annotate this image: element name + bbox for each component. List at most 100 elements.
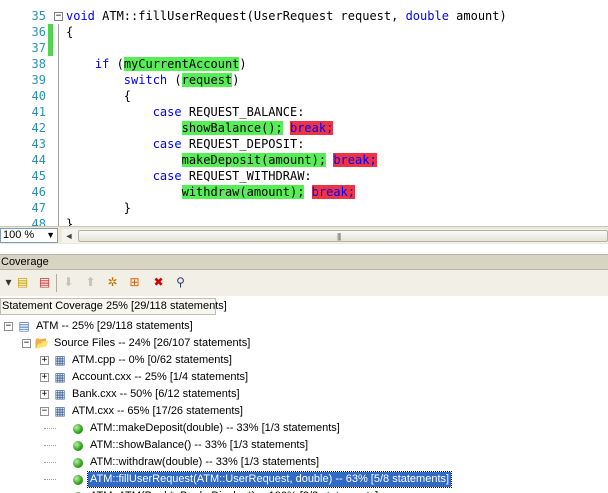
zoom-value: 100 % <box>3 229 35 241</box>
code-editor[interactable]: 35− void ATM::fillUserRequest(UserRequest… <box>0 0 608 226</box>
code-text: { <box>66 24 73 40</box>
line-number: 48 <box>31 217 46 226</box>
code-token: } <box>66 217 74 226</box>
tree-row[interactable]: ATM::showBalance() -- 33% [1/3 statement… <box>0 437 608 454</box>
grip-icon: ||| <box>337 232 341 241</box>
code-line[interactable]: 39 switch (request) <box>0 72 608 88</box>
fold-guide <box>58 168 59 184</box>
fold-guide <box>58 200 59 216</box>
code-line[interactable]: 37 <box>0 40 608 56</box>
code-text: } <box>66 216 73 226</box>
code-line[interactable]: 45 case REQUEST_WITHDRAW: <box>0 168 608 184</box>
fold-guide <box>58 152 59 168</box>
change-marker <box>48 40 53 56</box>
code-line[interactable]: 44 makeDeposit(amount); break; <box>0 152 608 168</box>
code-line[interactable]: 40 { <box>0 88 608 104</box>
collapse-icon[interactable]: − <box>40 407 49 416</box>
arrow-up-icon: ⬆ <box>85 275 96 289</box>
tree-item-label[interactable]: ATM::showBalance() -- 33% [1/3 statement… <box>88 438 310 453</box>
tree-row[interactable]: + ▦ Account.cxx -- 25% [1/4 statements] <box>0 369 608 386</box>
code-text: makeDeposit(amount); break; <box>66 152 377 168</box>
tree-item-label[interactable]: ATM::fillUserRequest(ATM::UserRequest, d… <box>86 471 453 488</box>
fold-guide <box>58 24 59 40</box>
code-line[interactable]: 43 case REQUEST_DEPOSIT: <box>0 136 608 152</box>
tree-item-label[interactable]: ATM::ATM(Bank*, Bank::Display*) -- 100% … <box>88 489 380 493</box>
tree-row[interactable]: ATM::ATM(Bank*, Bank::Display*) -- 100% … <box>0 488 608 493</box>
tree-item-label[interactable]: Source Files -- 24% [26/107 statements] <box>52 336 252 351</box>
fold-guide <box>58 72 59 88</box>
document-page-icon[interactable]: ▤ <box>14 274 31 291</box>
code-token: ( <box>109 57 124 71</box>
function-status-icon <box>70 438 86 453</box>
code-line[interactable]: 46 withdraw(amount); break; <box>0 184 608 200</box>
binoculars-icon[interactable]: ⚲ <box>172 274 189 291</box>
file-icon: ▦ <box>54 387 66 401</box>
function-status-icon <box>70 421 86 436</box>
function-status-icon <box>70 472 86 487</box>
merge-grid-icon[interactable]: ⊞ <box>126 274 143 291</box>
tree-item-label[interactable]: ATM.cpp -- 0% [0/62 statements] <box>70 353 234 368</box>
expand-icon[interactable]: + <box>40 356 49 365</box>
horizontal-scrollbar[interactable]: ◄ ||| <box>62 229 608 243</box>
tree-item-label[interactable]: ATM -- 25% [29/118 statements] <box>34 319 195 334</box>
fold-guide <box>58 40 59 56</box>
code-text: if (myCurrentAccount) <box>66 56 247 72</box>
fold-guide <box>58 104 59 120</box>
line-number: 43 <box>31 137 46 151</box>
document-red-icon[interactable]: ▤ <box>36 274 53 291</box>
tree-item-label[interactable]: ATM.cxx -- 65% [17/26 statements] <box>70 404 245 419</box>
tree-item-label[interactable]: ATM::makeDeposit(double) -- 33% [1/3 sta… <box>88 421 342 436</box>
code-token: { <box>66 25 74 39</box>
line-number: 35 <box>31 9 46 23</box>
tree-row[interactable]: + ▦ Bank.cxx -- 50% [6/12 statements] <box>0 386 608 403</box>
code-line[interactable]: 38 if (myCurrentAccount) <box>0 56 608 72</box>
chevron-down-icon[interactable]: ▼ <box>46 229 55 242</box>
scroll-thumb[interactable]: ||| <box>78 230 608 242</box>
code-line[interactable]: 42 showBalance(); break; <box>0 120 608 136</box>
expand-icon[interactable]: + <box>40 390 49 399</box>
collapse-icon[interactable]: − <box>54 12 63 21</box>
fold-guide <box>58 216 59 226</box>
zoom-select[interactable]: 100 % ▼ <box>0 228 58 243</box>
tree-connector <box>44 479 56 480</box>
code-text: case REQUEST_BALANCE: <box>66 104 305 120</box>
coverage-tree[interactable]: − ▤ ATM -- 25% [29/118 statements] − 📂 Source… <box>0 316 608 493</box>
tree-item-label[interactable]: Bank.cxx -- 50% [6/12 statements] <box>70 387 242 402</box>
covered-dot <box>73 441 83 451</box>
code-token: { <box>66 89 132 103</box>
statement-coverage-summary: Statement Coverage 25% [29/118 statement… <box>0 298 227 315</box>
code-text: case REQUEST_WITHDRAW: <box>66 168 312 184</box>
scroll-left-icon[interactable]: ◄ <box>62 229 76 243</box>
file-icon: ▦ <box>54 370 66 384</box>
settings-gear-icon[interactable]: ✲ <box>104 274 121 291</box>
delete-x-icon[interactable]: ✖ <box>150 274 167 291</box>
tree-row[interactable]: − 📂 Source Files -- 24% [26/107 statements… <box>0 335 608 352</box>
code-text: { <box>66 88 131 104</box>
tree-row[interactable]: ATM::makeDeposit(double) -- 33% [1/3 sta… <box>0 420 608 437</box>
toolbar-separator <box>56 274 57 292</box>
file-icon: ▦ <box>54 353 66 367</box>
code-line[interactable]: 41 case REQUEST_BALANCE: <box>0 104 608 120</box>
tree-row[interactable]: − ▤ ATM -- 25% [29/118 statements] <box>0 318 608 335</box>
expand-icon[interactable]: + <box>40 373 49 382</box>
code-token: REQUEST_WITHDRAW: <box>181 169 312 183</box>
tree-row[interactable]: ATM::withdraw(double) -- 33% [1/3 statem… <box>0 454 608 471</box>
code-token: REQUEST_DEPOSIT: <box>181 137 305 151</box>
line-number: 38 <box>31 57 46 71</box>
tree-row[interactable]: − ▦ ATM.cxx -- 65% [17/26 statements] <box>0 403 608 420</box>
code-line[interactable]: 48} <box>0 216 608 226</box>
tree-row[interactable]: + ▦ ATM.cpp -- 0% [0/62 statements] <box>0 352 608 369</box>
collapse-icon[interactable]: − <box>22 339 31 348</box>
code-line[interactable]: 36 { <box>0 24 608 40</box>
tree-item-label[interactable]: ATM::withdraw(double) -- 33% [1/3 statem… <box>88 455 321 470</box>
code-line[interactable]: 47 } <box>0 200 608 216</box>
uncovered-code: break; <box>311 185 356 199</box>
tree-item-label[interactable]: Account.cxx -- 25% [1/4 statements] <box>70 370 250 385</box>
collapse-icon[interactable]: − <box>4 322 13 331</box>
tree-row[interactable]: ATM::fillUserRequest(ATM::UserRequest, d… <box>0 471 608 488</box>
line-number: 46 <box>31 185 46 199</box>
code-token: ATM::fillUserRequest(UserRequest request… <box>94 9 406 23</box>
code-line[interactable]: 35− void ATM::fillUserRequest(UserRequest… <box>0 8 608 24</box>
function-status-icon <box>70 455 86 470</box>
